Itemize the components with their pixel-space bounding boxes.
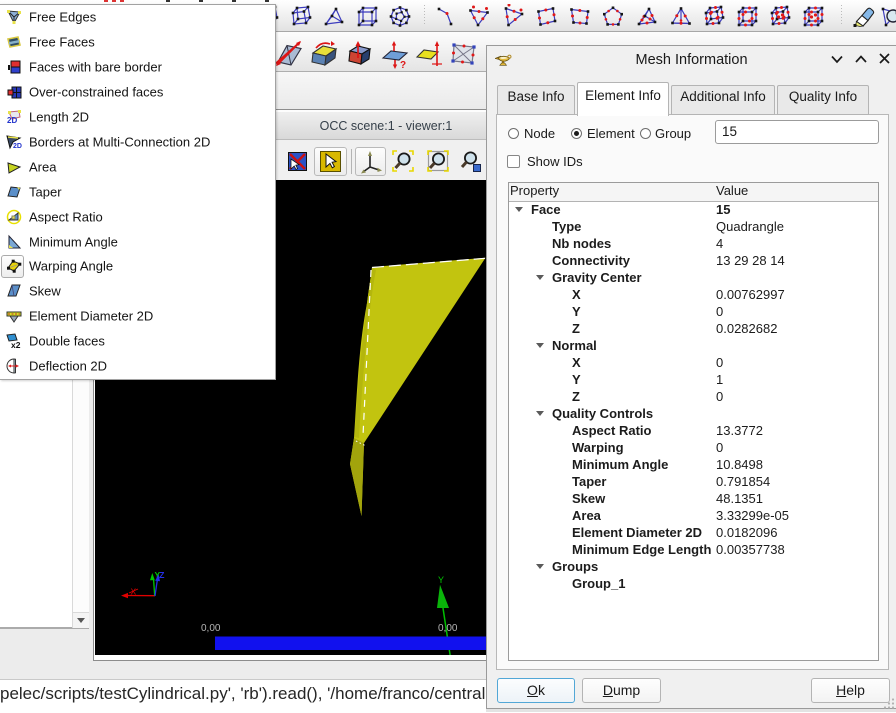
svg-text:?: ? <box>400 60 406 69</box>
svg-text:x2: x2 <box>11 340 21 349</box>
svg-text:2D: 2D <box>13 143 22 150</box>
svg-text:0,00: 0,00 <box>201 623 221 634</box>
svg-text:Z: Z <box>159 570 164 580</box>
svg-text:2D: 2D <box>7 116 17 125</box>
svg-text:0,00: 0,00 <box>438 623 458 634</box>
svg-text:Y: Y <box>438 575 444 585</box>
